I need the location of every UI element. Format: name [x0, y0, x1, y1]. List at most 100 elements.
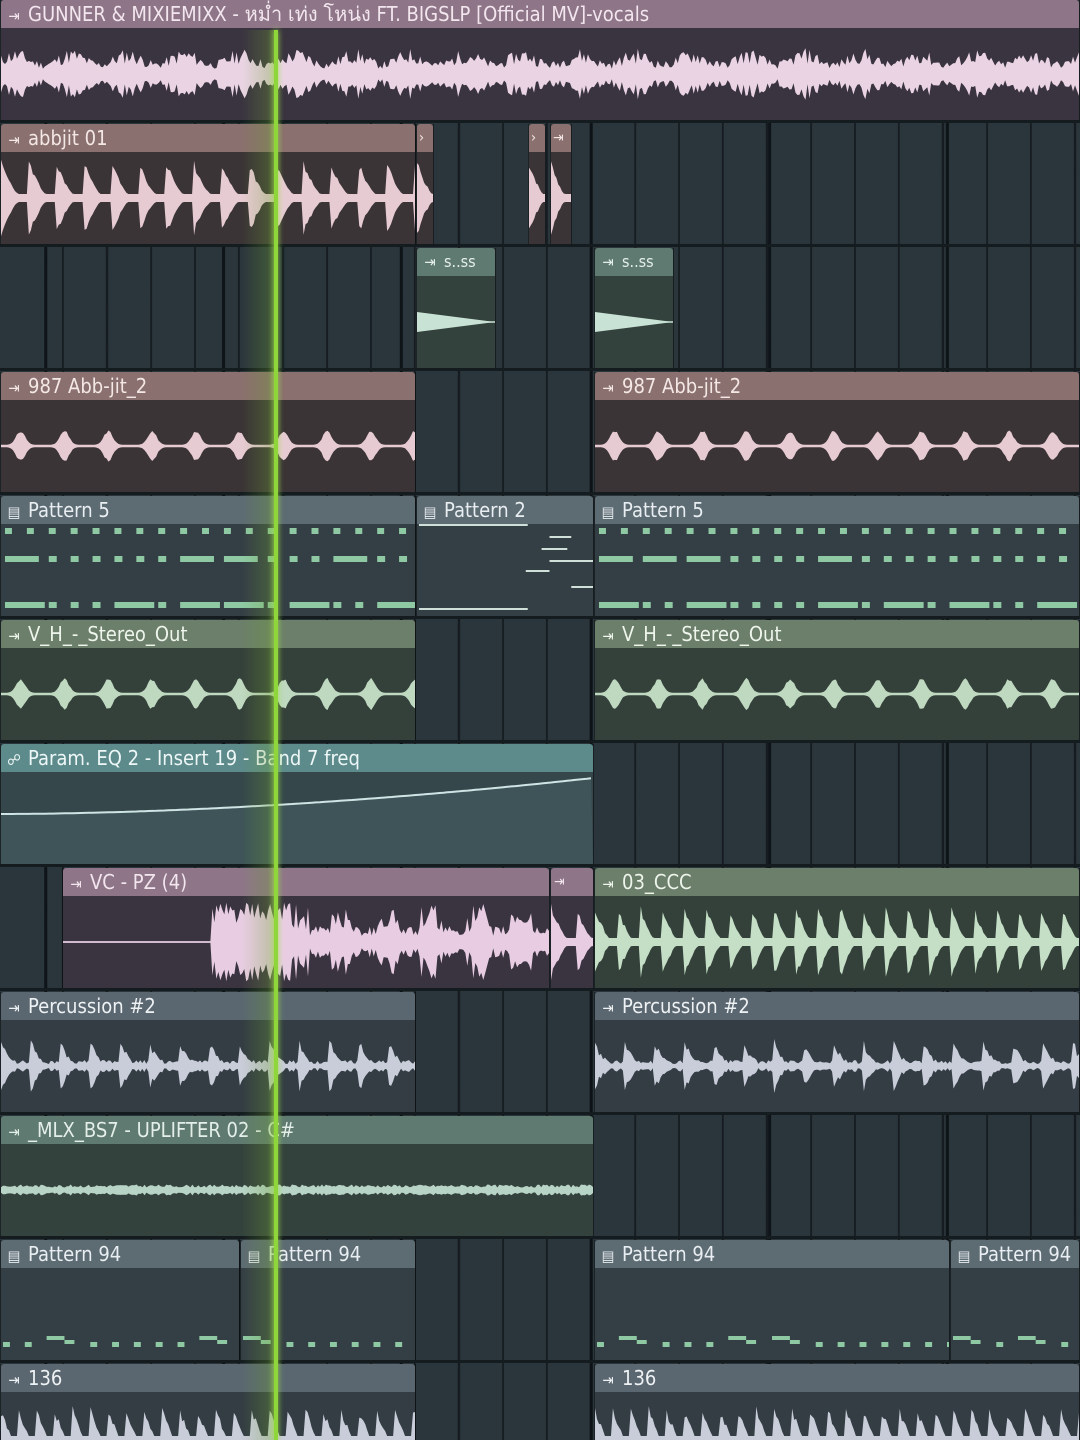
- pattern-clip-94[interactable]: ▤ Pattern 94: [950, 1240, 1080, 1360]
- pattern-clip-94[interactable]: ▤ Pattern 94: [240, 1240, 416, 1360]
- clip-header[interactable]: ›: [529, 124, 545, 152]
- clip-label: Pattern 5: [28, 498, 110, 522]
- pattern-notes: [1, 524, 415, 616]
- waveform: [595, 276, 673, 368]
- clip-header[interactable]: ▤ Pattern 94: [1, 1240, 239, 1268]
- audio-clip-vc-pz-stub[interactable]: ⇥: [550, 868, 594, 988]
- audio-clip-136[interactable]: ⇥ 136: [0, 1364, 416, 1440]
- clip-label: 136: [28, 1366, 63, 1390]
- audio-clip-abb-jit[interactable]: ⇥ 987 Abb-jit_2: [0, 372, 416, 492]
- audio-clip-uplifter[interactable]: ⇥ _MLX_BS7 - UPLIFTER 02 - C#: [0, 1116, 594, 1236]
- pattern-clip-2[interactable]: ▤ Pattern 2: [416, 496, 594, 616]
- audio-clip-arrow-icon: ⇥: [70, 875, 82, 893]
- pattern-grid-icon: ▤: [7, 1247, 21, 1265]
- clip-header[interactable]: ⇥ 136: [1, 1364, 415, 1392]
- audio-clip-percussion[interactable]: ⇥ Percussion #2: [594, 992, 1080, 1112]
- clip-header[interactable]: ▤ Pattern 5: [1, 496, 415, 524]
- clip-header[interactable]: ▤ Pattern 2: [417, 496, 593, 524]
- clip-header[interactable]: ▤ Pattern 94: [951, 1240, 1079, 1268]
- clip-header[interactable]: ☍ Param. EQ 2 - Insert 19 - Band 7 freq: [1, 744, 593, 772]
- clip-header[interactable]: ›: [417, 124, 433, 152]
- audio-clip-arrow-icon: ⇥: [602, 1371, 614, 1389]
- audio-clip-vc-pz[interactable]: ⇥ VC - PZ (4): [62, 868, 550, 988]
- pattern-grid-icon: ▤: [7, 503, 21, 521]
- clip-header[interactable]: ▤ Pattern 94: [241, 1240, 415, 1268]
- clip-label: 987 Abb-jit_2: [28, 374, 148, 398]
- audio-clip-abbjit[interactable]: ⇥ abbjit 01: [0, 124, 416, 244]
- pattern-grid-icon: ▤: [601, 1247, 615, 1265]
- clip-label: 987 Abb-jit_2: [622, 374, 742, 398]
- audio-clip-abb-jit[interactable]: ⇥ 987 Abb-jit_2: [594, 372, 1080, 492]
- clip-header[interactable]: ⇥ Percussion #2: [595, 992, 1079, 1020]
- audio-clip-abbjit-stub[interactable]: ›: [528, 124, 546, 244]
- waveform: [595, 400, 1079, 492]
- waveform: [595, 1392, 1079, 1440]
- audio-clip-arrow-icon: ›: [531, 130, 537, 146]
- clip-label: V_H_-_Stereo_Out: [622, 622, 782, 646]
- pattern-notes: [417, 524, 593, 616]
- audio-clip-abbjit-stub[interactable]: ›: [416, 124, 434, 244]
- lane-separator: [0, 864, 1080, 867]
- clip-label: abbjit 01: [28, 126, 108, 150]
- clip-header[interactable]: ⇥: [551, 868, 593, 896]
- waveform: [1, 1392, 415, 1440]
- clip-label: V_H_-_Stereo_Out: [28, 622, 188, 646]
- audio-clip-ccc[interactable]: ⇥ 03_CCC: [594, 868, 1080, 988]
- waveform: [1, 28, 1079, 120]
- clip-label: _MLX_BS7 - UPLIFTER 02 - C#: [28, 1118, 296, 1142]
- audio-clip-136[interactable]: ⇥ 136: [594, 1364, 1080, 1440]
- clip-label: 136: [622, 1366, 657, 1390]
- audio-clip-arrow-icon: ⇥: [8, 7, 20, 25]
- audio-clip-stereo-out[interactable]: ⇥ V_H_-_Stereo_Out: [0, 620, 416, 740]
- clip-header[interactable]: ⇥ 987 Abb-jit_2: [1, 372, 415, 400]
- pattern-notes: [951, 1268, 1079, 1360]
- clip-header[interactable]: ⇥: [551, 124, 571, 152]
- audio-clip-vocals[interactable]: ⇥ GUNNER & MIXIEMIXX - หม่ำ เท่ง โหน่ง FT…: [0, 0, 1080, 120]
- lane-separator: [0, 1236, 1080, 1239]
- lane-separator: [0, 988, 1080, 991]
- audio-clip-abbjit-stub[interactable]: ⇥: [550, 124, 572, 244]
- clip-header[interactable]: ▤ Pattern 5: [595, 496, 1079, 524]
- audio-clip-arrow-icon: ⇥: [554, 874, 565, 890]
- waveform: [1, 152, 415, 244]
- pattern-clip-94[interactable]: ▤ Pattern 94: [594, 1240, 950, 1360]
- lane-separator: [0, 1360, 1080, 1363]
- clip-label: Percussion #2: [622, 994, 750, 1018]
- pattern-clip-94[interactable]: ▤ Pattern 94: [0, 1240, 240, 1360]
- clip-header[interactable]: ⇥ abbjit 01: [1, 124, 415, 152]
- clip-header[interactable]: ⇥ s..ss: [595, 248, 673, 276]
- audio-clip-sss[interactable]: ⇥ s..ss: [416, 248, 496, 368]
- clip-header[interactable]: ⇥ Percussion #2: [1, 992, 415, 1020]
- clip-header[interactable]: ⇥ V_H_-_Stereo_Out: [595, 620, 1079, 648]
- clip-label: Pattern 2: [444, 498, 526, 522]
- pattern-clip-5[interactable]: ▤ Pattern 5: [594, 496, 1080, 616]
- automation-clip-eq[interactable]: ☍ Param. EQ 2 - Insert 19 - Band 7 freq: [0, 744, 594, 864]
- clip-header[interactable]: ⇥ GUNNER & MIXIEMIXX - หม่ำ เท่ง โหน่ง FT…: [1, 0, 1079, 28]
- clip-label: Pattern 5: [622, 498, 704, 522]
- pattern-clip-5[interactable]: ▤ Pattern 5: [0, 496, 416, 616]
- lane-separator: [0, 740, 1080, 743]
- automation-curve[interactable]: [1, 772, 593, 864]
- pattern-notes: [595, 524, 1079, 616]
- waveform: [551, 896, 593, 988]
- clip-label: Pattern 94: [978, 1242, 1072, 1266]
- lane-separator: [0, 1112, 1080, 1115]
- waveform: [551, 152, 571, 244]
- playhead-marker[interactable]: [274, 30, 278, 1440]
- clip-header[interactable]: ⇥ _MLX_BS7 - UPLIFTER 02 - C#: [1, 1116, 593, 1144]
- pattern-notes: [1, 1268, 239, 1360]
- clip-label: VC - PZ (4): [90, 870, 188, 894]
- clip-header[interactable]: ⇥ 03_CCC: [595, 868, 1079, 896]
- audio-clip-sss[interactable]: ⇥ s..ss: [594, 248, 674, 368]
- clip-header[interactable]: ⇥ 987 Abb-jit_2: [595, 372, 1079, 400]
- audio-clip-percussion[interactable]: ⇥ Percussion #2: [0, 992, 416, 1112]
- clip-header[interactable]: ⇥ V_H_-_Stereo_Out: [1, 620, 415, 648]
- audio-clip-stereo-out[interactable]: ⇥ V_H_-_Stereo_Out: [594, 620, 1080, 740]
- clip-header[interactable]: ⇥ 136: [595, 1364, 1079, 1392]
- clip-header[interactable]: ⇥ s..ss: [417, 248, 495, 276]
- clip-header[interactable]: ▤ Pattern 94: [595, 1240, 949, 1268]
- playlist-arrangement[interactable]: ⇥ GUNNER & MIXIEMIXX - หม่ำ เท่ง โหน่ง FT…: [0, 0, 1080, 1440]
- clip-label: Pattern 94: [622, 1242, 716, 1266]
- clip-header[interactable]: ⇥ VC - PZ (4): [63, 868, 549, 896]
- audio-clip-arrow-icon: ⇥: [8, 1371, 20, 1389]
